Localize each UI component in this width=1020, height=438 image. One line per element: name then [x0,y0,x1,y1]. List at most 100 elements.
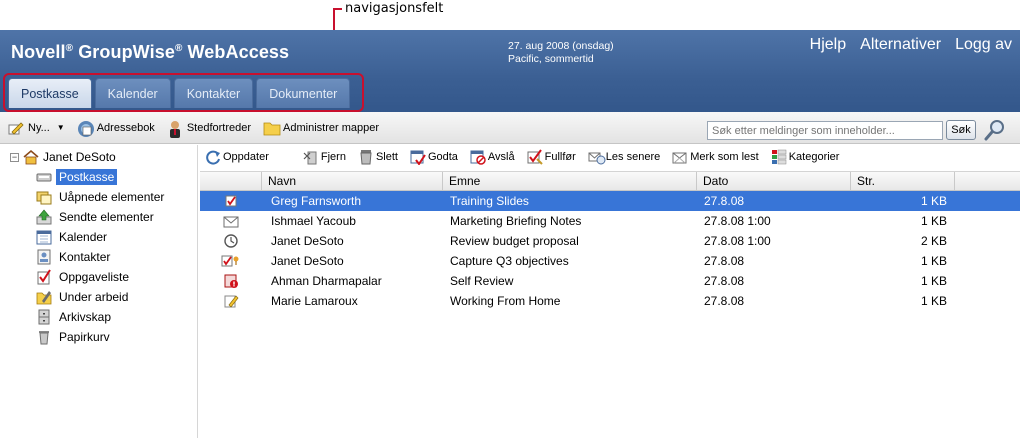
mark-read-label: Merk som lest [690,151,759,163]
sidebar-item-contacts[interactable]: Kontakter [36,247,167,267]
column-header-size[interactable]: Str. [851,172,955,190]
categories-label: Kategorier [788,151,840,163]
proxy-person-icon [167,120,183,138]
options-link[interactable]: Alternativer [860,36,941,54]
refresh-button[interactable]: Oppdater [205,149,269,165]
sidebar-item-label: Under arbeid [59,290,129,304]
mail-icon [223,213,239,229]
refresh-icon [205,149,221,165]
new-button-label: Ny... [28,121,50,134]
row-subject: Training Slides [450,194,529,208]
date-display: 27. aug 2008 (onsdag) Pacific, sommertid [508,40,614,66]
manage-folders-button[interactable]: Administrer mapper [263,120,379,136]
search-input[interactable] [707,121,943,140]
sidebar-item-label: Sendte elementer [59,210,154,224]
sidebar-item-cabinet[interactable]: Arkivskap [36,307,167,327]
table-row[interactable]: Greg Farnsworth Training Slides 27.8.08 … [200,191,1020,211]
row-subject: Working From Home [450,294,561,308]
proxy-button[interactable]: Stedfortreder [167,120,252,138]
unopened-items-icon [36,189,52,205]
folder-tree-root[interactable]: − Janet DeSoto [10,149,116,165]
row-date: 27.8.08 1:00 [704,214,771,228]
home-icon [23,149,39,165]
reminder-note-icon [223,273,239,289]
delete-label: Slett [375,151,398,163]
address-book-icon [77,120,94,137]
sidebar-item-work-in-progress[interactable]: Under arbeid [36,287,167,307]
sidebar-item-sent[interactable]: Sendte elementer [36,207,167,227]
row-size: 1 KB [920,254,947,268]
delete-button[interactable]: Slett [358,149,398,165]
callout-label: navigasjonsfelt [345,1,444,16]
refresh-label: Oppdater [223,151,269,163]
task-icon [223,193,239,209]
user-name: Janet DeSoto [43,150,116,164]
decline-label: Avslå [487,151,515,163]
folder-list: Postkasse Uåpnede elementer Sendte eleme… [36,167,167,347]
table-row[interactable]: Janet DeSoto Capture Q3 objectives 27.8.… [200,251,1020,271]
decline-button[interactable]: Avslå [470,149,515,165]
new-item-icon [8,120,24,136]
search-button[interactable]: Søk [946,120,976,140]
address-book-button[interactable]: Adressebok [77,120,155,137]
sidebar-item-calendar[interactable]: Kalender [36,227,167,247]
remove-icon [303,149,319,165]
sidebar-item-label: Kalender [59,230,108,244]
sidebar-item-label: Oppgaveliste [59,270,130,284]
accept-icon [410,149,426,166]
table-row[interactable]: Janet DeSoto Review budget proposal 27.8… [200,231,1020,251]
contacts-icon [36,249,52,265]
advanced-search-icon[interactable] [983,118,1007,142]
new-button[interactable]: Ny... ▼ [8,120,65,136]
navigation-highlight-box [3,73,364,112]
remove-button[interactable]: Fjern [303,149,346,165]
row-size: 1 KB [920,294,947,308]
column-header-type[interactable] [200,172,262,190]
message-list-header: Navn Emne Dato Str. [200,171,1020,191]
row-name: Marie Lamaroux [271,294,358,308]
column-header-name[interactable]: Navn [262,172,443,190]
manage-folders-label: Administrer mapper [283,121,379,134]
sidebar-item-label: Uåpnede elementer [59,190,165,204]
complete-button[interactable]: Fullfør [527,149,576,165]
sidebar-item-checklist[interactable]: Oppgaveliste [36,267,167,287]
proxy-label: Stedfortreder [186,121,252,134]
logout-link[interactable]: Logg av [955,36,1012,54]
categories-button[interactable]: Kategorier [771,149,840,165]
read-later-button[interactable]: Les senere [588,149,660,165]
top-links: Hjelp Alternativer Logg av [810,36,1012,54]
task-posted-icon [221,253,241,269]
help-link[interactable]: Hjelp [810,36,846,54]
row-subject: Self Review [450,274,514,288]
column-header-date[interactable]: Dato [697,172,851,190]
row-size: 1 KB [920,274,947,288]
accept-label: Godta [427,151,458,163]
cabinet-icon [36,309,52,325]
timezone: Pacific, sommertid [508,53,594,65]
sidebar-item-trash[interactable]: Papirkurv [36,327,167,347]
sidebar-item-label: Papirkurv [59,330,110,344]
table-row[interactable]: Marie Lamaroux Working From Home 27.8.08… [200,291,1020,311]
sidebar-item-unopened[interactable]: Uåpnede elementer [36,187,167,207]
row-date: 27.8.08 [704,274,745,288]
mark-read-button[interactable]: Merk som lest [672,149,759,165]
column-header-filler [955,172,1020,190]
collapse-icon[interactable]: − [10,152,19,162]
sidebar-item-mailbox[interactable]: Postkasse [36,167,167,187]
read-later-label: Les senere [605,151,661,163]
table-row[interactable]: Ahman Dharmapalar Self Review 27.8.08 1 … [200,271,1020,291]
accept-button[interactable]: Godta [410,149,458,166]
read-later-icon [588,149,606,165]
complete-icon [527,149,543,165]
row-size: 2 KB [920,234,947,248]
mailbox-icon [36,169,52,185]
column-header-subject[interactable]: Emne [443,172,697,190]
appointment-clock-icon [223,233,239,249]
table-row[interactable]: Ishmael Yacoub Marketing Briefing Notes … [200,211,1020,231]
sidebar-item-label: Arkivskap [59,310,112,324]
row-subject: Capture Q3 objectives [450,254,569,268]
row-date: 27.8.08 [704,254,745,268]
categories-icon [771,149,787,165]
row-subject: Marketing Briefing Notes [450,214,582,228]
row-date: 27.8.08 [704,194,745,208]
